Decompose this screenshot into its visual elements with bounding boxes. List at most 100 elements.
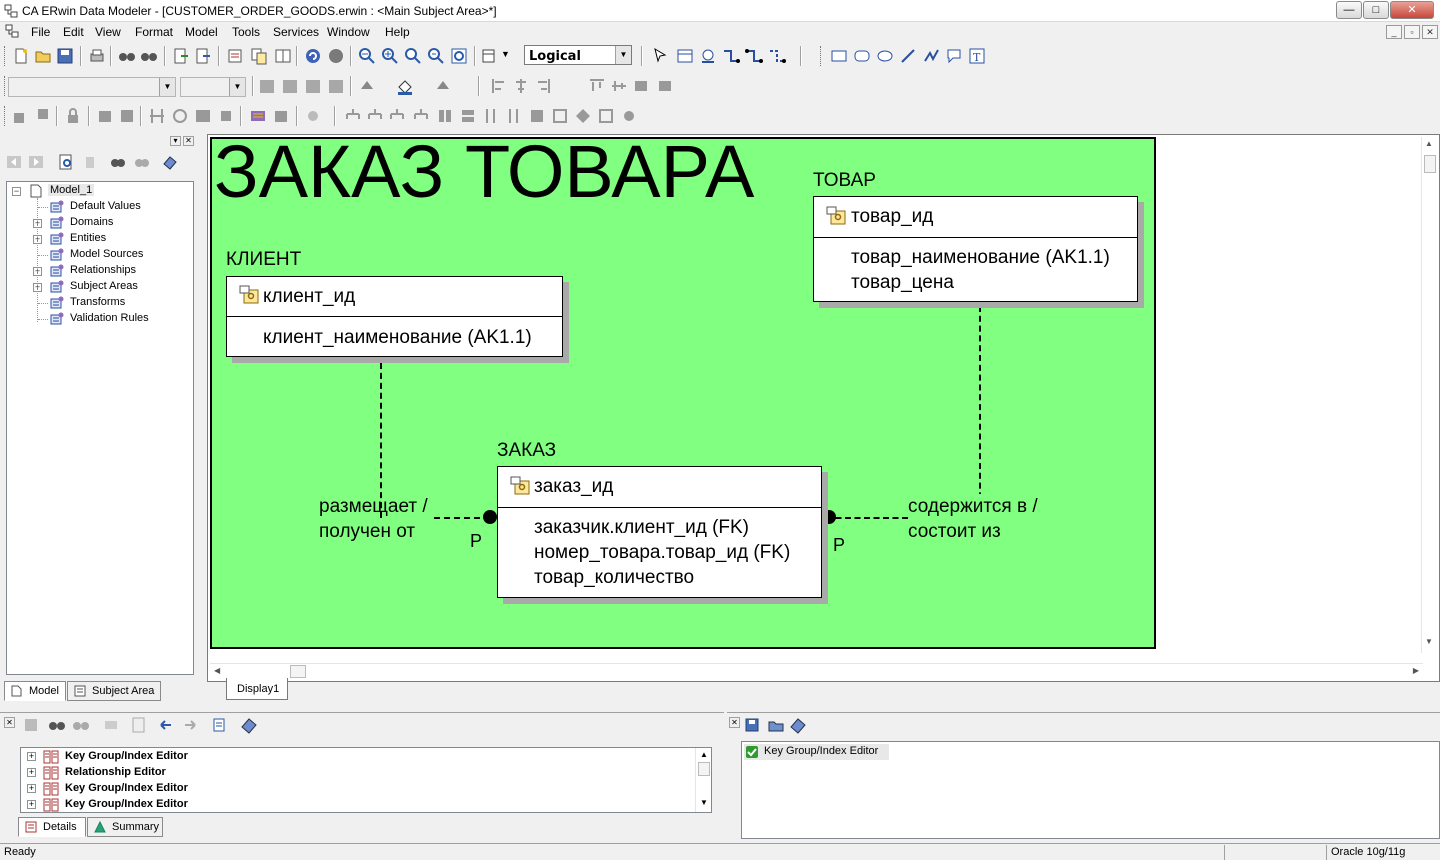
menu-window[interactable]: Window	[327, 25, 370, 39]
zoom-window-icon[interactable]	[450, 47, 468, 65]
compare-icon[interactable]	[274, 47, 292, 65]
properties-icon[interactable]	[130, 716, 148, 734]
schema-icon[interactable]	[217, 107, 235, 125]
menu-model[interactable]: Model	[185, 25, 218, 39]
chevron-down-icon[interactable]: ▼	[159, 78, 175, 96]
display-level-icon[interactable]	[481, 47, 499, 65]
report-icon[interactable]	[226, 47, 244, 65]
align-top-icon[interactable]	[588, 77, 606, 95]
scroll-up-icon[interactable]: ▲	[1425, 139, 1433, 148]
align-right-icon[interactable]	[534, 77, 552, 95]
find-icon[interactable]	[110, 154, 126, 170]
close-icon[interactable]: ✕	[4, 717, 15, 728]
tree-root[interactable]: − Model_1	[7, 183, 193, 199]
many-to-many-relationship-icon[interactable]	[745, 47, 763, 65]
non-identifying-relationship-icon[interactable]	[768, 47, 786, 65]
vertical-scroll-thumb[interactable]	[698, 762, 710, 776]
entity-order-name[interactable]: ЗАКАЗ	[497, 440, 556, 462]
expand-icon[interactable]: +	[27, 784, 36, 793]
menu-view[interactable]: View	[95, 25, 121, 39]
tab-model[interactable]: Model	[4, 681, 66, 701]
forward-icon[interactable]	[28, 154, 44, 170]
mart-open-icon[interactable]	[96, 107, 114, 125]
callout-tool-icon[interactable]	[945, 47, 963, 65]
entity-client-name[interactable]: КЛИЕНТ	[226, 249, 301, 271]
menu-file[interactable]: File	[31, 25, 50, 39]
forward-engineer-icon[interactable]	[12, 107, 30, 125]
chevron-down-icon[interactable]: ▼	[229, 78, 245, 96]
entity-goods-name[interactable]: ТОВАР	[813, 170, 876, 192]
tree-item[interactable]: + Domains	[7, 215, 193, 231]
eraser-icon[interactable]	[789, 716, 807, 734]
relationship-line-client-order[interactable]	[434, 517, 490, 519]
tree-item[interactable]: Model Sources	[7, 247, 193, 263]
menu-help[interactable]: Help	[385, 25, 410, 39]
entity-goods[interactable]: товар_ид товар_наименование (AK1.1) това…	[813, 196, 1138, 302]
rounded-rectangle-tool-icon[interactable]	[853, 47, 871, 65]
report-template-icon[interactable]	[249, 107, 267, 125]
find-next-icon[interactable]	[140, 47, 158, 65]
italic-icon[interactable]	[283, 80, 297, 93]
font-name-select[interactable]: ▼	[8, 77, 176, 97]
font-color-icon[interactable]	[358, 77, 376, 95]
close-icon[interactable]: ✕	[183, 136, 194, 146]
horizontal-scrollbar[interactable]: ◀ ▶	[210, 663, 1423, 679]
action-log-list[interactable]: + Key Group/Index Editor + Relationship Edi…	[20, 747, 712, 813]
minimize-button[interactable]: —	[1336, 1, 1362, 19]
zoom-normal-icon[interactable]	[404, 47, 422, 65]
layout-orthogonal-icon[interactable]	[412, 107, 430, 125]
layout-columns-icon[interactable]	[436, 107, 454, 125]
tab-summary[interactable]: Summary	[87, 817, 163, 837]
find-icon[interactable]	[48, 716, 66, 734]
close-button[interactable]: ✕	[1390, 1, 1434, 19]
bold-icon[interactable]	[260, 80, 274, 93]
scroll-down-icon[interactable]: ▼	[1425, 637, 1433, 646]
reverse-engineer-icon[interactable]	[34, 107, 52, 125]
new-icon[interactable]	[12, 47, 30, 65]
copy-model-icon[interactable]	[250, 47, 268, 65]
open-icon[interactable]	[34, 47, 52, 65]
settings-icon[interactable]	[620, 107, 638, 125]
diagram-canvas[interactable]: ЗАКАЗ ТОВАРА КЛИЕНТ клиент_ид клиент_наи…	[207, 130, 1440, 682]
macro-icon[interactable]	[304, 107, 322, 125]
filter-icon[interactable]	[102, 716, 120, 734]
model-view-select[interactable]: Logical ▼	[524, 45, 632, 65]
import-icon[interactable]	[172, 47, 190, 65]
entity-order[interactable]: заказ_ид заказчик.клиент_ид (FK) номер_т…	[497, 466, 822, 598]
properties-icon[interactable]	[58, 154, 74, 170]
delete-icon[interactable]	[82, 154, 98, 170]
strikeout-icon[interactable]	[329, 80, 343, 93]
relationship-line-goods-order[interactable]	[826, 517, 908, 519]
undo-action-icon[interactable]	[22, 716, 40, 734]
menu-tools[interactable]: Tools	[232, 25, 260, 39]
redo-to-icon[interactable]	[180, 716, 198, 734]
data-browser-icon[interactable]	[272, 107, 290, 125]
pointer-tool-icon[interactable]	[652, 47, 670, 65]
model-tree[interactable]: − Model_1 Default Values + Domains + Entitie…	[6, 181, 194, 675]
lock-icon[interactable]	[64, 107, 82, 125]
document-icon[interactable]	[5, 24, 19, 38]
menu-services[interactable]: Services	[273, 25, 319, 39]
zoom-fit-icon[interactable]	[427, 47, 445, 65]
layout-hierarchy-icon[interactable]	[366, 107, 384, 125]
align-left-icon[interactable]	[490, 77, 508, 95]
scroll-up-icon[interactable]: ▲	[700, 750, 708, 759]
chevron-down-icon[interactable]: ▾	[170, 136, 181, 146]
font-size-select[interactable]: ▼	[180, 77, 246, 97]
line-color-icon[interactable]	[434, 77, 452, 95]
save-icon[interactable]	[743, 716, 761, 734]
redo-icon[interactable]	[327, 47, 345, 65]
polyline-tool-icon[interactable]	[922, 47, 940, 65]
relationship-label-goods-order[interactable]: содержится в / состоит из	[908, 494, 1038, 544]
rectangle-tool-icon[interactable]	[830, 47, 848, 65]
list-item[interactable]: Key Group/Index Editor	[744, 744, 890, 760]
tree-item[interactable]: Validation Rules	[7, 311, 193, 327]
toolbar-grip[interactable]	[4, 76, 7, 96]
scroll-right-icon[interactable]: ▶	[1413, 666, 1419, 675]
fill-color-icon[interactable]	[396, 77, 414, 95]
display-level-dropdown-icon[interactable]: ▼	[501, 49, 510, 59]
transaction-list[interactable]: Key Group/Index Editor	[741, 741, 1440, 839]
distribute-vertical-icon[interactable]	[482, 107, 500, 125]
tree-item[interactable]: Default Values	[7, 199, 193, 215]
align-middle-icon[interactable]	[610, 77, 628, 95]
